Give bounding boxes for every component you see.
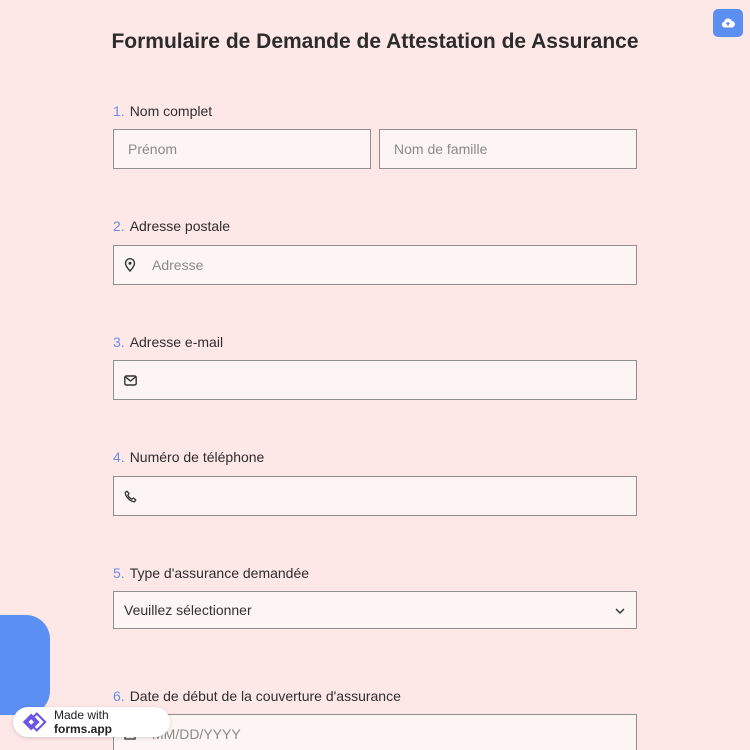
save-progress-button[interactable] [713, 9, 743, 37]
address-input[interactable]: Adresse [113, 245, 637, 285]
last-name-placeholder: Nom de famille [394, 141, 488, 157]
question-number: 4. [113, 449, 125, 465]
question-text: Nom complet [129, 103, 213, 119]
address-placeholder: Adresse [152, 257, 204, 273]
insurance-type-select[interactable]: Veuillez sélectionner [113, 591, 637, 629]
badge-brand: forms.app [54, 722, 113, 736]
question-label-coverage-start: 6. Date de début de la couverture d'assur… [113, 688, 401, 704]
question-text: Date de début de la couverture d'assuran… [129, 688, 401, 704]
phone-icon [124, 489, 138, 503]
question-label-phone: 4. Numéro de téléphone [113, 449, 264, 465]
badge-text: Made with forms.app [54, 708, 170, 736]
question-text: Adresse e-mail [129, 334, 224, 350]
made-with-badge[interactable]: Made with forms.app [13, 707, 170, 737]
question-label-postal-address: 2. Adresse postale [113, 218, 230, 234]
first-name-placeholder: Prénom [128, 141, 178, 157]
insurance-type-selected-value: Veuillez sélectionner [124, 602, 252, 618]
question-number: 3. [113, 334, 125, 350]
form-title: Formulaire de Demande de Attestation de … [111, 30, 639, 53]
question-number: 1. [113, 103, 125, 119]
question-text: Adresse postale [129, 218, 231, 234]
question-number: 5. [113, 565, 125, 581]
email-input[interactable] [113, 360, 637, 400]
badge-prefix: Made with [54, 708, 109, 722]
last-name-input[interactable]: Nom de famille [379, 129, 637, 169]
location-pin-icon [124, 258, 138, 272]
question-label-full-name: 1. Nom complet [113, 103, 212, 119]
forms-app-logo-icon [20, 710, 48, 734]
question-label-email: 3. Adresse e-mail [113, 334, 223, 350]
side-accent-shape [0, 615, 50, 715]
question-text: Type d'assurance demandée [129, 565, 310, 581]
question-number: 6. [113, 688, 125, 704]
first-name-input[interactable]: Prénom [113, 129, 371, 169]
question-text: Numéro de téléphone [129, 449, 265, 465]
question-number: 2. [113, 218, 125, 234]
coverage-start-date-input[interactable]: MM/DD/YYYY [113, 714, 637, 750]
envelope-icon [124, 373, 138, 387]
chevron-down-icon [614, 602, 626, 618]
question-label-insurance-type: 5. Type d'assurance demandée [113, 565, 309, 581]
cloud-upload-icon [721, 18, 735, 28]
phone-input[interactable] [113, 476, 637, 516]
